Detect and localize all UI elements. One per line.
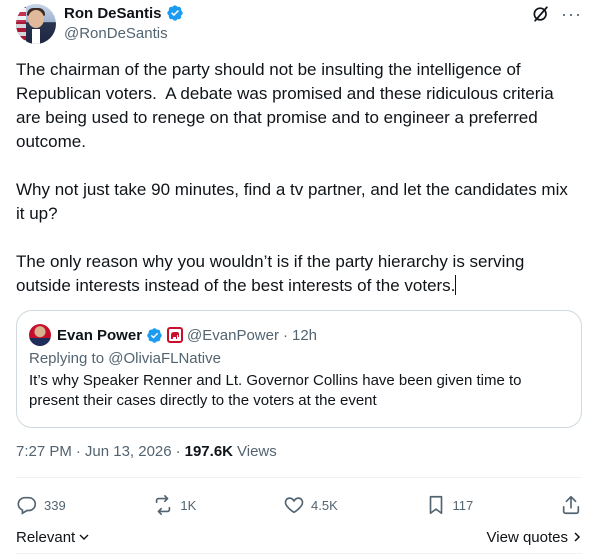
heart-icon xyxy=(284,497,304,514)
quoted-author-name[interactable]: Evan Power xyxy=(57,327,142,344)
reply-button[interactable]: 339 xyxy=(16,494,66,516)
reply-icon xyxy=(17,496,37,515)
tweet-paragraph: Why not just take 90 minutes, find a tv … xyxy=(16,180,573,223)
like-button[interactable]: 4.5K xyxy=(283,494,338,516)
quoted-timestamp[interactable]: 12h xyxy=(292,327,317,344)
tweet-paragraph: The chairman of the party should not be … xyxy=(16,60,559,151)
party-affiliation-icon xyxy=(167,327,184,343)
like-count: 4.5K xyxy=(311,497,338,513)
tweet-body: The chairman of the party should not be … xyxy=(16,58,576,322)
quoted-author-handle[interactable]: @EvanPower xyxy=(187,327,279,344)
divider xyxy=(16,553,582,554)
chevron-down-icon xyxy=(79,534,89,540)
tweet-meta: 7:27 PM · Jun 13, 2026 · 197.6K Views xyxy=(16,443,277,460)
grok-icon[interactable] xyxy=(531,4,551,24)
quoted-tweet[interactable]: Evan Power @EvanPower · 12h Replying to … xyxy=(16,310,582,428)
share-icon xyxy=(562,495,580,515)
tweet-paragraph: The only reason why you wouldn’t is if t… xyxy=(16,250,576,298)
view-quotes-link[interactable]: View quotes xyxy=(487,529,582,546)
verified-badge-icon[interactable] xyxy=(146,327,163,344)
verified-badge-icon[interactable] xyxy=(166,4,184,22)
engagement-bar: 339 1K 4.5K 117 xyxy=(16,490,582,520)
chevron-right-icon xyxy=(574,532,581,542)
separator-dot: · xyxy=(282,326,288,344)
replies-toolbar: Relevant View quotes xyxy=(16,527,582,547)
divider xyxy=(16,477,582,478)
author-display-name[interactable]: Ron DeSantis xyxy=(64,5,162,22)
replying-to-handle[interactable]: @OliviaFLNative xyxy=(108,350,221,367)
author-avatar[interactable] xyxy=(16,4,56,44)
more-icon[interactable]: ··· xyxy=(561,4,582,24)
quoted-tweet-text: It’s why Speaker Renner and Lt. Governor… xyxy=(29,372,522,409)
text-cursor xyxy=(455,275,457,295)
tweet-date[interactable]: Jun 13, 2026 xyxy=(85,443,172,460)
views-label: Views xyxy=(237,443,277,460)
repost-count: 1K xyxy=(180,497,197,513)
quoted-author-avatar[interactable] xyxy=(29,324,51,346)
avatar-flag-detail xyxy=(16,4,26,44)
bookmark-icon xyxy=(429,495,442,515)
top-actions: ··· xyxy=(531,4,582,24)
repost-button[interactable]: 1K xyxy=(152,494,196,516)
author-name-row: Ron DeSantis xyxy=(64,4,184,22)
author-handle[interactable]: @RonDeSantis xyxy=(64,25,168,42)
share-button[interactable] xyxy=(560,494,582,516)
replying-to: Replying to @OliviaFLNative xyxy=(29,350,569,367)
tweet-time[interactable]: 7:27 PM xyxy=(16,443,72,460)
views-count[interactable]: 197.6K xyxy=(185,443,233,460)
reply-count: 339 xyxy=(44,497,66,513)
elephant-icon xyxy=(171,331,180,339)
replying-prefix: Replying to xyxy=(29,350,109,367)
sort-label: Relevant xyxy=(16,528,76,546)
separator-dot: · xyxy=(75,443,81,460)
repost-icon xyxy=(156,495,171,515)
separator-dot: · xyxy=(175,443,181,460)
view-quotes-label: View quotes xyxy=(486,528,568,546)
quoted-author-row: Evan Power @EvanPower · 12h xyxy=(29,323,569,347)
tweet-paragraph-text: The only reason why you wouldn’t is if t… xyxy=(16,252,530,295)
bookmark-button[interactable]: 117 xyxy=(425,494,474,516)
bookmark-count: 117 xyxy=(452,497,474,513)
sort-dropdown[interactable]: Relevant xyxy=(16,529,90,546)
tweet-header: Ron DeSantis @RonDeSantis ··· xyxy=(16,2,582,48)
